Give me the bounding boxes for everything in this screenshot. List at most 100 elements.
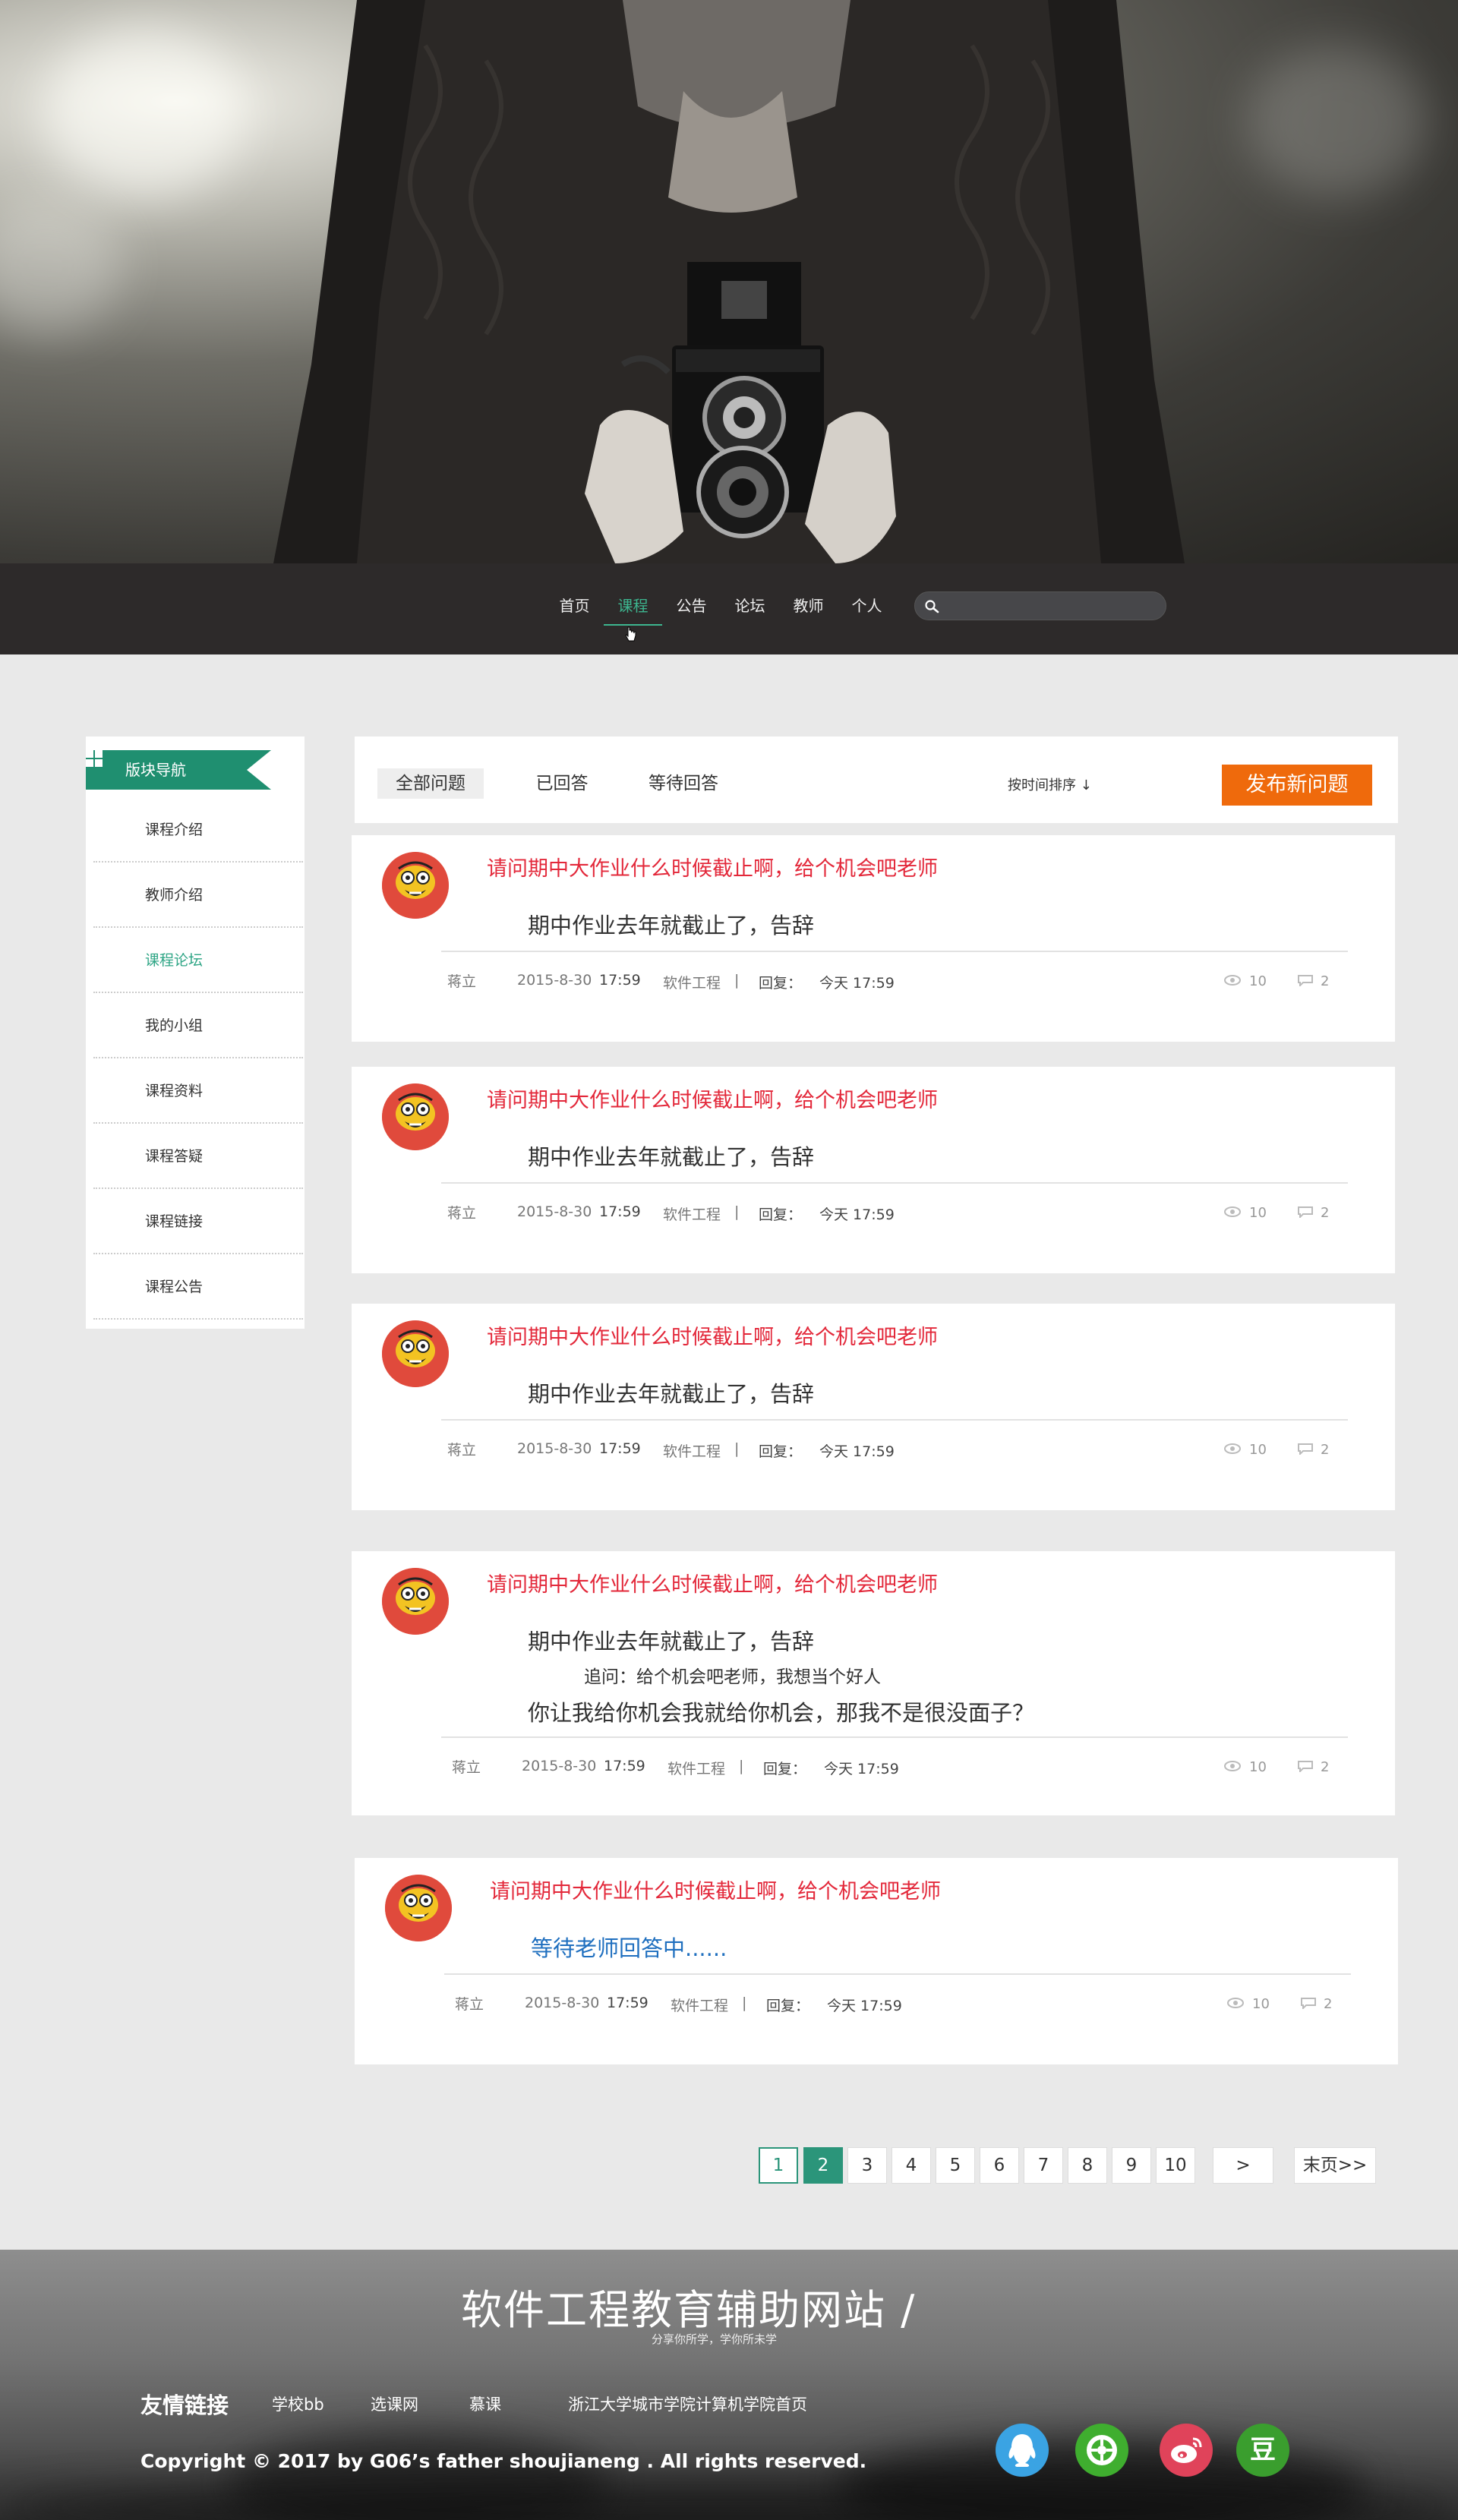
page-9-button[interactable]: 9 [1112,2147,1151,2184]
question-card[interactable]: 请问期中大作业什么时候截止啊，给个机会吧老师 期中作业去年就截止了，告辞 蒋立 201… [352,1067,1395,1273]
question-title-link[interactable]: 请问期中大作业什么时候截止啊，给个机会吧老师 [487,1568,938,1597]
eye-icon [1224,1443,1241,1454]
footer-link-cs-college-home[interactable]: 浙江大学城市学院计算机学院首页 [568,2392,807,2415]
course-tag[interactable]: 软件工程 [671,1995,728,2015]
nav-forum[interactable]: 论坛 [721,595,779,626]
main-nav: 首页 课程 公告 论坛 教师 个人 [545,595,896,626]
course-tag[interactable]: 软件工程 [663,1203,721,1224]
course-tag[interactable]: 软件工程 [663,1440,721,1461]
page-5-button[interactable]: 5 [936,2147,975,2184]
sidebar-item-course-forum[interactable]: 课程论坛 [93,928,303,993]
tab-awaiting-answer[interactable]: 等待回答 [634,768,733,799]
page-8-button[interactable]: 8 [1068,2147,1107,2184]
eye-icon [1224,975,1241,986]
question-title-link[interactable]: 请问期中大作业什么时候截止啊，给个机会吧老师 [487,852,938,882]
publish-question-button[interactable]: 发布新问题 [1222,765,1372,806]
teacher-reply: 期中作业去年就截止了，告辞 [528,1144,815,1170]
page-2-button[interactable]: 2 [803,2147,843,2184]
question-title-link[interactable]: 请问期中大作业什么时候截止啊，给个机会吧老师 [490,1875,941,1904]
question-filter-bar: 全部问题 已回答 等待回答 按时间排序 ↓ 发布新问题 [355,736,1398,823]
search-input[interactable] [945,595,1158,617]
wechat-moments-icon[interactable] [1075,2424,1128,2477]
sidebar-header: 版块导航 [86,750,271,790]
reply-label: 回复： [766,1998,810,2014]
weibo-icon[interactable] [1160,2424,1213,2477]
nav-teachers[interactable]: 教师 [779,595,838,626]
question-card[interactable]: 请问期中大作业什么时候截止啊，给个机会吧老师 期中作业去年就截止了，告辞 蒋立 201… [352,835,1395,1042]
question-title-link[interactable]: 请问期中大作业什么时候截止啊，给个机会吧老师 [487,1083,938,1113]
reply-label: 回复： [759,1443,803,1460]
meta-separator: | [742,1995,747,2011]
comment-count: 2 [1321,973,1330,989]
course-tag[interactable]: 软件工程 [667,1758,725,1778]
footer-link-mooc[interactable]: 慕课 [469,2392,501,2415]
sidebar-item-teacher-intro[interactable]: 教师介绍 [93,863,303,928]
post-time: 17:59 [604,1758,645,1774]
user-avatar[interactable] [382,1320,449,1387]
sidebar-item-course-announcements[interactable]: 课程公告 [93,1254,303,1320]
post-time: 17:59 [599,1203,641,1220]
view-count: 10 [1249,1759,1267,1775]
last-reply-time: 今天 17:59 [819,1443,895,1460]
user-avatar[interactable] [385,1875,452,1941]
qq-icon[interactable] [996,2424,1049,2477]
author-name[interactable]: 蒋立 [447,1202,476,1222]
comment-count: 2 [1321,1205,1330,1221]
top-nav-bar: 首页 课程 公告 论坛 教师 个人 [0,563,1458,654]
douban-icon[interactable]: 豆 [1236,2424,1289,2477]
tab-all-questions[interactable]: 全部问题 [377,768,484,799]
user-avatar[interactable] [382,852,449,919]
sidebar-item-course-qa[interactable]: 课程答疑 [93,1124,303,1189]
question-card[interactable]: 请问期中大作业什么时候截止啊，给个机会吧老师 期中作业去年就截止了，告辞 追问：给个… [352,1551,1395,1815]
footer-link-course-selection[interactable]: 选课网 [371,2392,418,2415]
comment-icon [1298,1443,1313,1455]
course-tag[interactable]: 软件工程 [663,972,721,992]
nav-announcements[interactable]: 公告 [662,595,721,626]
question-title-link[interactable]: 请问期中大作业什么时候截止啊，给个机会吧老师 [487,1320,938,1350]
nav-home[interactable]: 首页 [545,595,604,626]
author-name[interactable]: 蒋立 [447,1439,476,1459]
question-card[interactable]: 请问期中大作业什么时候截止啊，给个机会吧老师 期中作业去年就截止了，告辞 蒋立 201… [352,1304,1395,1510]
tab-answered[interactable]: 已回答 [520,768,604,799]
sort-by-time-button[interactable]: 按时间排序 ↓ [1008,774,1092,794]
meta-separator: | [739,1758,744,1774]
user-avatar[interactable] [382,1083,449,1150]
card-divider [444,1973,1351,1975]
author-name[interactable]: 蒋立 [447,970,476,991]
sidebar-item-course-intro[interactable]: 课程介绍 [93,797,303,863]
last-page-button[interactable]: 末页>> [1294,2147,1376,2184]
reply-label: 回复： [763,1761,807,1777]
reply-label: 回复： [759,975,803,992]
friend-links-label: 友情链接 [140,2392,229,2418]
page-3-button[interactable]: 3 [847,2147,887,2184]
teacher-reply: 期中作业去年就截止了，告辞 [528,913,815,938]
author-name[interactable]: 蒋立 [455,1993,484,2014]
sidebar-item-course-materials[interactable]: 课程资料 [93,1058,303,1124]
question-card[interactable]: 请问期中大作业什么时候截止啊，给个机会吧老师 等待老师回答中...... 蒋立 201… [355,1858,1398,2064]
page-10-button[interactable]: 10 [1156,2147,1195,2184]
page-7-button[interactable]: 7 [1024,2147,1063,2184]
page-6-button[interactable]: 6 [980,2147,1019,2184]
site-slogan: 分享你所学，学你所未学 [652,2332,778,2346]
page-4-button[interactable]: 4 [892,2147,931,2184]
page-1-button[interactable]: 1 [759,2147,798,2184]
footer-link-school-bb[interactable]: 学校bb [272,2392,324,2415]
user-avatar[interactable] [382,1568,449,1635]
sidebar-title: 版块导航 [125,761,186,779]
hero-banner-image [0,0,1458,563]
mouse-pointer-icon [625,626,636,642]
comment-icon [1298,975,1313,986]
teacher-follow-up-reply: 你让我给你机会我就给你机会，那我不是很没面子？ [528,1700,1035,1726]
footer: 软件工程教育辅助网站 / 分享你所学，学你所未学 友情链接 学校bb 选课网 慕… [0,2250,1458,2520]
meta-separator: | [734,1203,740,1220]
view-count: 10 [1252,1996,1270,2012]
post-date: 2015-8-30 [517,1440,592,1457]
nav-personal[interactable]: 个人 [838,595,896,626]
sidebar-item-course-links[interactable]: 课程链接 [93,1189,303,1254]
nav-courses[interactable]: 课程 [604,595,662,626]
next-page-button[interactable]: > [1213,2147,1273,2184]
search-box[interactable] [914,591,1166,620]
comment-icon [1298,1206,1313,1218]
sidebar-item-my-group[interactable]: 我的小组 [93,993,303,1058]
author-name[interactable]: 蒋立 [452,1756,481,1777]
